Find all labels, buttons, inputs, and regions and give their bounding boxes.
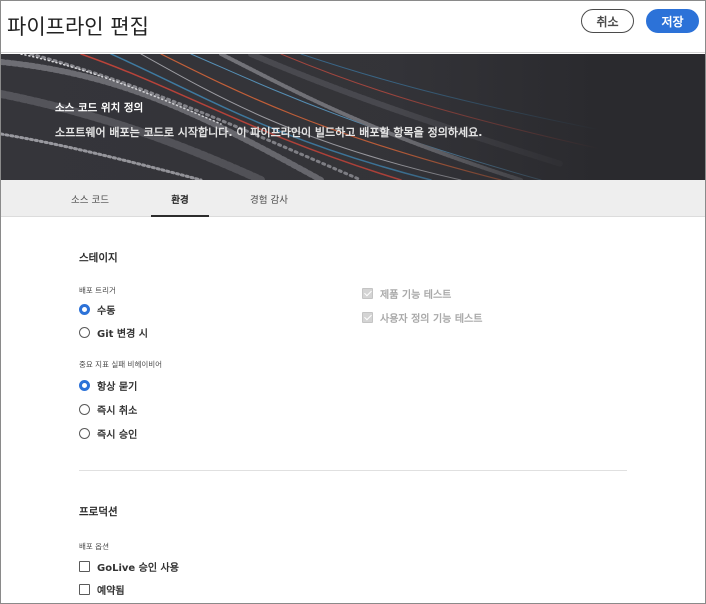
golive-approval-checkbox[interactable]: GoLive 승인 사용: [79, 559, 179, 574]
checkbox-indicator: [79, 560, 90, 572]
page-header: 파이프라인 편집 취소 저장: [1, 1, 705, 53]
tab-bar: 소스 코드 환경 경험 감사: [1, 180, 705, 217]
metric-failure-always-ask-radio[interactable]: 항상 묻기: [79, 378, 138, 393]
checkbox-checked-disabled: [362, 311, 373, 323]
checkbox-checked-disabled: [362, 287, 373, 299]
stage-section-title: 스테이지: [79, 252, 118, 264]
deploy-trigger-git-change-radio[interactable]: Git 변경 시: [79, 325, 148, 340]
checkbox-label: 제품 기능 테스트: [380, 289, 452, 301]
production-section-title: 프로덕션: [79, 506, 118, 518]
radio-indicator: [79, 427, 90, 439]
radio-indicator: [79, 403, 90, 415]
radio-label: 즉시 취소: [97, 405, 138, 417]
metric-failure-cancel-immediately-radio[interactable]: 즉시 취소: [79, 402, 138, 417]
metric-failure-label: 중요 지표 실패 비헤이비어: [79, 360, 163, 369]
checkbox-label: GoLive 승인 사용: [97, 562, 179, 574]
section-divider: [79, 470, 627, 471]
checkbox-label: 사용자 정의 기능 테스트: [380, 313, 483, 325]
hero-banner: 소스 코드 위치 정의 소프트웨어 배포는 코드로 시작합니다. 이 파이프라인…: [1, 54, 705, 180]
deploy-trigger-manual-radio[interactable]: 수동: [79, 302, 116, 317]
edit-pipeline-window: 파이프라인 편집 취소 저장 소스 코드 위치 정의 소프트웨어 배포는 코드로…: [0, 0, 706, 604]
banner-subtitle: 소프트웨어 배포는 코드로 시작합니다. 이 파이프라인이 빌드하고 배포할 항…: [55, 126, 483, 139]
banner-background-art: [1, 54, 705, 180]
radio-selected-indicator: [79, 379, 90, 391]
radio-label: 즉시 승인: [97, 429, 138, 441]
banner-title: 소스 코드 위치 정의: [55, 102, 144, 114]
tab-environment[interactable]: 환경: [151, 180, 209, 217]
cancel-button[interactable]: 취소: [581, 9, 634, 33]
deploy-options-label: 배포 옵션: [79, 542, 109, 551]
tab-experience-audit[interactable]: 경험 감사: [237, 180, 301, 217]
radio-indicator: [79, 326, 90, 338]
radio-label: 항상 묻기: [97, 381, 138, 393]
radio-label: 수동: [97, 305, 116, 317]
page-title: 파이프라인 편집: [7, 15, 149, 39]
custom-functional-test-checkbox: 사용자 정의 기능 테스트: [362, 310, 483, 325]
checkbox-indicator: [79, 583, 90, 595]
product-functional-test-checkbox: 제품 기능 테스트: [362, 286, 452, 301]
metric-failure-approve-immediately-radio[interactable]: 즉시 승인: [79, 426, 138, 441]
checkbox-label: 예약됨: [97, 585, 125, 597]
save-button[interactable]: 저장: [646, 9, 699, 33]
radio-selected-indicator: [79, 303, 90, 315]
tab-source-code[interactable]: 소스 코드: [59, 180, 121, 217]
deploy-trigger-label: 배포 트리거: [79, 286, 116, 295]
scheduled-checkbox[interactable]: 예약됨: [79, 582, 125, 597]
radio-label: Git 변경 시: [97, 328, 148, 340]
